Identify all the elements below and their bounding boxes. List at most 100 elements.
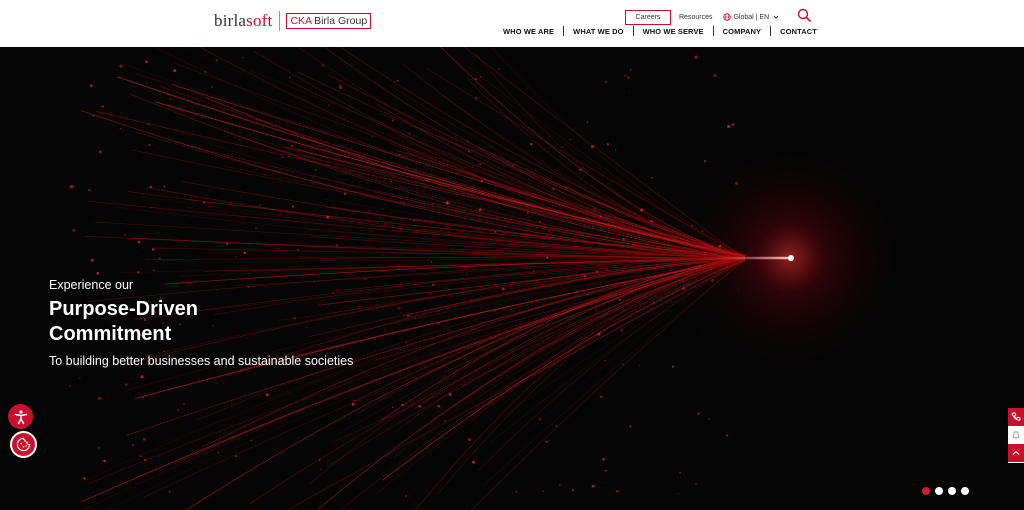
nav-separator <box>712 26 714 36</box>
light-speck <box>79 377 81 379</box>
birlasoft-logo[interactable]: birlasoft CKA Birla Group <box>214 9 372 33</box>
carousel-dot-4[interactable] <box>961 487 969 495</box>
light-speck <box>89 84 93 88</box>
light-speck <box>353 399 355 402</box>
light-speck <box>149 185 153 189</box>
carousel-dot-1[interactable] <box>922 487 930 495</box>
light-speck <box>381 255 383 257</box>
light-speck <box>629 69 632 71</box>
light-speck <box>177 408 180 412</box>
light-speck <box>401 403 404 407</box>
light-speck <box>289 76 291 79</box>
light-speck <box>624 74 626 77</box>
scroll-top-button[interactable] <box>1008 444 1024 462</box>
light-speck <box>629 425 632 428</box>
call-button[interactable] <box>1008 408 1024 426</box>
nav-company[interactable]: COMPANY <box>723 27 761 36</box>
nav-who-we-serve[interactable]: WHO WE SERVE <box>643 27 704 36</box>
hero-copy: Experience our Purpose-Driven Commitment… <box>49 278 353 369</box>
phone-icon <box>1011 412 1021 421</box>
light-speck <box>639 364 641 367</box>
light-speck <box>90 258 94 262</box>
light-speck <box>277 247 280 250</box>
light-speck <box>243 251 247 255</box>
light-speck <box>101 105 104 108</box>
nav-who-we-are[interactable]: WHO WE ARE <box>503 27 554 36</box>
region-selector[interactable]: Global | EN <box>723 13 779 21</box>
light-speck <box>602 458 605 461</box>
light-speck <box>599 395 603 399</box>
light-speck <box>291 205 295 208</box>
light-speck <box>548 237 551 240</box>
light-speck <box>493 230 497 234</box>
cookie-settings-button[interactable] <box>10 431 37 458</box>
light-speck <box>96 272 100 275</box>
light-speck <box>590 145 595 149</box>
nav-contact[interactable]: CONTACT <box>780 27 817 36</box>
side-quick-links <box>1008 408 1024 463</box>
light-speck <box>599 215 602 218</box>
light-speck <box>364 277 366 280</box>
light-speck <box>565 186 567 188</box>
light-speck <box>226 242 229 245</box>
hero-eyebrow: Experience our <box>49 278 134 292</box>
light-speck <box>320 468 322 471</box>
hero-headline-line2: Commitment <box>49 323 172 345</box>
light-speck <box>597 332 601 336</box>
light-speck <box>604 80 607 84</box>
light-speck <box>390 180 393 183</box>
light-speck <box>148 144 151 147</box>
light-speck <box>475 97 478 99</box>
search-icon[interactable] <box>797 8 811 22</box>
light-speck <box>169 98 172 100</box>
light-speck <box>569 138 571 141</box>
light-speck <box>530 143 533 146</box>
light-speck <box>398 307 401 310</box>
light-speck <box>572 489 575 492</box>
hero-banner: Experience our Purpose-Driven Commitment… <box>0 47 1024 510</box>
light-speck <box>242 57 244 59</box>
light-speck <box>265 393 269 397</box>
light-speck <box>408 132 411 135</box>
light-speck <box>163 185 166 188</box>
accessibility-button[interactable] <box>8 404 33 429</box>
light-speck <box>430 261 433 263</box>
light-speck <box>562 146 564 148</box>
nav-what-we-do[interactable]: WHAT WE DO <box>573 27 623 36</box>
resources-link[interactable]: Resources <box>679 14 712 21</box>
light-speck <box>258 204 261 207</box>
light-speck <box>238 138 241 141</box>
light-speck <box>391 406 394 409</box>
light-speck <box>639 208 644 212</box>
light-speck <box>152 269 155 272</box>
light-speck <box>255 227 257 229</box>
light-speck <box>501 287 505 291</box>
careers-button[interactable]: Careers <box>625 9 671 25</box>
light-speck <box>552 188 555 191</box>
light-speck <box>475 78 478 81</box>
light-speck <box>515 490 518 493</box>
light-speck <box>526 211 529 214</box>
light-speck <box>480 179 484 183</box>
light-speck <box>539 221 541 223</box>
light-speck <box>418 405 421 408</box>
light-speck <box>610 291 612 293</box>
light-speck <box>545 440 548 443</box>
light-speck <box>83 477 86 480</box>
light-speck <box>125 383 128 386</box>
light-speck <box>622 363 624 365</box>
light-speck <box>124 234 126 236</box>
carousel-dot-3[interactable] <box>948 487 956 495</box>
light-speck <box>459 97 461 99</box>
light-speck <box>338 155 341 157</box>
carousel-dot-2[interactable] <box>935 487 943 495</box>
notifications-button[interactable] <box>1008 426 1024 444</box>
light-speck <box>215 59 218 62</box>
light-speck <box>583 274 587 278</box>
light-speck <box>343 192 347 196</box>
light-speck <box>137 251 139 253</box>
light-speck <box>326 215 330 219</box>
nav-separator <box>770 26 772 36</box>
light-speck <box>371 135 373 137</box>
light-speck <box>406 314 410 318</box>
